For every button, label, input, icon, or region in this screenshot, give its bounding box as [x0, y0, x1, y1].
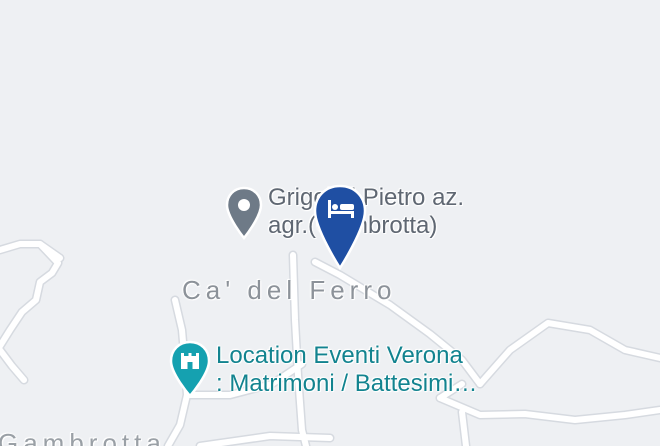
poi-label-line-2: : Matrimoni / Battesimi…: [216, 370, 478, 397]
road: [459, 409, 469, 446]
hotel-bed-icon[interactable]: [312, 184, 368, 270]
road: [477, 320, 660, 387]
poi-label-location-eventi[interactable]: Location Eventi Verona : Matrimoni / Bat…: [216, 342, 477, 398]
place-label-gambrotta: Gambrotta: [0, 428, 166, 446]
road: [0, 347, 27, 383]
castle-venue-icon[interactable]: [168, 340, 212, 398]
location-pin-icon[interactable]: [224, 186, 264, 240]
map-canvas[interactable]: Grigolini Pietro az. agr.(Gambrotta) Ca'…: [0, 0, 660, 446]
poi-label-line-1: Location Eventi Verona: [216, 342, 463, 369]
place-label-ca-del-ferro: Ca' del Ferro: [182, 275, 397, 305]
